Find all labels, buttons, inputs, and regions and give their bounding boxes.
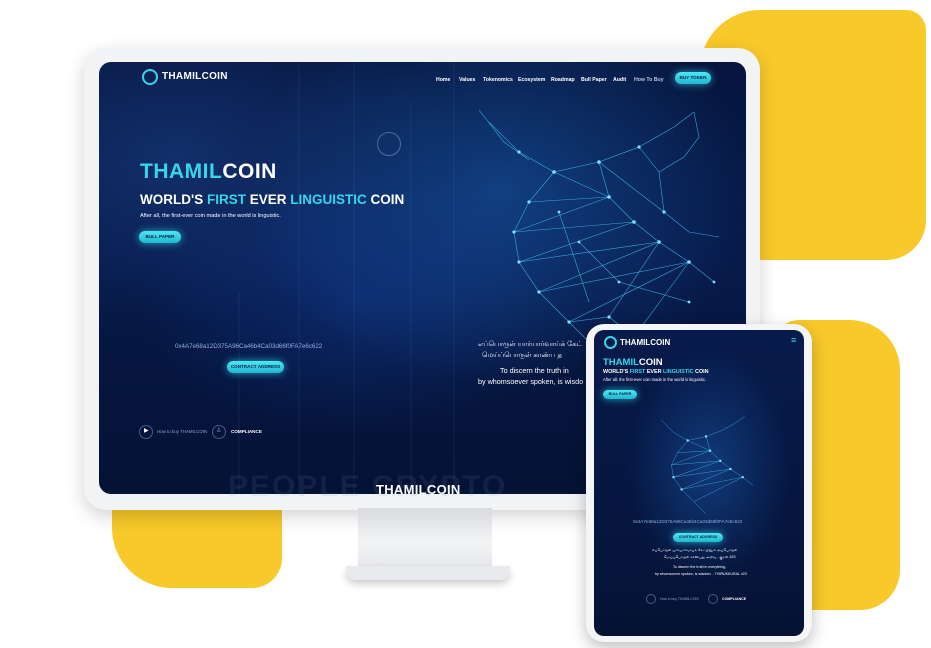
menu-icon[interactable]: ≡ <box>791 335 796 345</box>
compliance-link[interactable]: COMPLIANCE <box>231 429 262 434</box>
tablet-contract-address-text: 0x4A7e68a12D375A96Ca46b4Ca03d66f0FA7e6c6… <box>633 519 743 524</box>
tablet-shield-icon[interactable] <box>708 594 718 604</box>
hero-subtitle: After all, the first-ever coin made in t… <box>140 213 281 219</box>
tablet-hero-headline: WORLD'S FIRST EVER LINGUISTIC COIN <box>603 369 709 375</box>
bull-paper-button[interactable]: BULL PAPER <box>139 231 181 243</box>
decor-ring <box>377 132 401 156</box>
tablet-logo-icon <box>604 336 617 349</box>
nav-values[interactable]: Values <box>459 77 475 83</box>
tablet-hero-brand-part2: COIN <box>638 357 663 368</box>
tablet-hero-subtitle: After all, the first-ever coin made in t… <box>603 377 707 382</box>
tablet-headline-linguistic: LINGUISTIC <box>663 369 694 375</box>
bottom-brand: THAMILCOIN <box>376 482 461 497</box>
buy-token-button[interactable]: BUY TOKEN <box>675 72 711 84</box>
quote-tamil-line2: மெய்ப்பொருள் காண்ப த <box>482 352 563 359</box>
shield-icon-glyph: ♙ <box>216 428 222 434</box>
ghost-text: PEOPLE CRYPTO <box>228 470 508 503</box>
tablet-hero-brand-part1: THAMIL <box>603 357 639 368</box>
tablet-headline-part1: WORLD'S <box>603 369 630 375</box>
contract-address-button[interactable]: CONTRACT ADDRESS <box>227 361 284 373</box>
quote-english-line2: by whomsoever spoken, is wisdo <box>478 377 584 386</box>
header-logo-text[interactable]: THAMILCOIN <box>162 71 228 82</box>
tablet-play-icon[interactable] <box>646 594 656 604</box>
hero-brand-part2: COIN <box>222 160 277 183</box>
hero-headline-part1: WORLD'S <box>140 192 207 207</box>
tablet-compliance-link[interactable]: COMPLIANCE <box>722 597 746 601</box>
tablet-contract-address-button[interactable]: CONTRACT ADDRESS <box>673 533 723 542</box>
nav-how-to-buy[interactable]: How To Buy <box>634 77 664 83</box>
hero-headline: WORLD'S FIRST EVER LINGUISTIC COIN <box>140 192 404 207</box>
play-icon-glyph: ▶ <box>144 428 149 434</box>
nav-home[interactable]: Home <box>436 77 450 83</box>
monitor-stand-base <box>346 566 510 580</box>
hero-headline-linguistic: LINGUISTIC <box>290 192 367 207</box>
tablet-quote-english-line1: To discern the truth in everything, <box>673 565 726 569</box>
how-to-buy-link[interactable]: How to buy THAMILCOIN <box>157 429 207 434</box>
hero-headline-part5: COIN <box>366 192 405 207</box>
nav-bull-paper[interactable]: Bull Paper <box>581 77 607 83</box>
nav-audit[interactable]: Audit <box>613 77 626 83</box>
tablet-quote-tamil-line1: எப்பொருள் யார்யார்வாய்க் கேட்பினும் அப்ப… <box>652 548 738 552</box>
tablet-bull-graphic <box>661 415 754 515</box>
nav-ecosystem[interactable]: Ecosystem <box>518 77 545 83</box>
tablet-headline-first: FIRST <box>629 369 646 375</box>
tablet-quote-tamil-line2: மெய்ப்பொருள் காண்பது அறிவு - குறள் 423 <box>664 555 736 559</box>
logo-icon <box>142 69 158 85</box>
hero-headline-part3: EVER <box>245 192 291 207</box>
tablet-hero-brand: THAMILCOIN <box>603 357 663 368</box>
hero-brand-part1: THAMIL <box>140 160 223 183</box>
quote-tamil-line1: எப்பொருள் யார்யார்வாய்க் கேட் <box>478 341 583 348</box>
contract-address-text: 0x4A7e68a12D375A96Ca46b4Ca03d66f0FA7e6c6… <box>175 343 323 350</box>
hero-headline-first: FIRST <box>206 192 246 207</box>
tablet-headline-part3: EVER <box>645 369 664 375</box>
quote-english-line1: To discern the truth in <box>500 366 569 375</box>
nav-roadmap[interactable]: Roadmap <box>551 77 575 83</box>
tablet-logo-text[interactable]: THAMILCOIN <box>620 338 670 347</box>
tablet-how-to-buy-link[interactable]: How to buy THAMILCOIN <box>660 597 699 601</box>
nav-tokenomics[interactable]: Tokenomics <box>483 77 513 83</box>
tablet-screen <box>594 330 804 636</box>
monitor-stand <box>358 508 492 570</box>
tablet-quote-english-line2: by whomsoever spoken, is wisdom. - THIRU… <box>655 572 747 576</box>
tablet-bull-paper-button[interactable]: BULL PAPER <box>603 390 637 399</box>
hero-brand: THAMILCOIN <box>140 160 277 184</box>
tablet-headline-part5: COIN <box>693 369 709 375</box>
